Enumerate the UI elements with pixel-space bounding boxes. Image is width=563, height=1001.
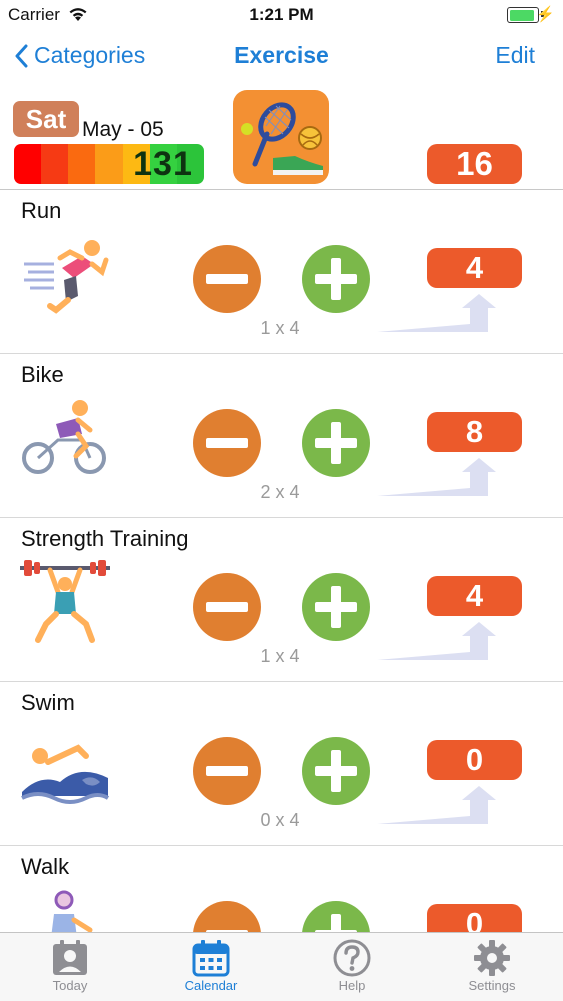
exercise-title: Run	[21, 198, 62, 223]
calendar-icon	[192, 940, 230, 977]
exercise-title: Bike	[21, 362, 64, 387]
tennis-sneaker-icon	[241, 102, 323, 175]
tab-label: Settings	[468, 978, 516, 993]
tab-label: Today	[52, 978, 88, 993]
gear-icon	[474, 940, 510, 976]
battery-icon	[507, 7, 539, 23]
charging-icon: ⚡	[536, 6, 555, 23]
heat-value: 131	[133, 145, 193, 183]
up-arrow-icon	[377, 622, 496, 660]
decrement-button[interactable]	[193, 573, 261, 641]
walking-icon	[20, 886, 110, 932]
list-item: Bike 2 x 4 8	[0, 354, 563, 518]
tab-bar: Today Calendar Help Settings	[0, 932, 563, 1001]
heat-segment	[95, 144, 123, 184]
heat-segment	[14, 144, 42, 184]
exercise-title: Swim	[21, 690, 75, 715]
increment-button[interactable]	[302, 901, 370, 932]
list-item: Strength Training 1 x 4 4	[0, 518, 563, 682]
list-item: Swim 0 x 4 0	[0, 682, 563, 846]
count-badge[interactable]: 4	[427, 576, 522, 616]
count-badge[interactable]: 8	[427, 412, 522, 452]
list-item: Walk 0	[0, 846, 563, 932]
date-label: May - 05	[82, 118, 164, 141]
list-item: Run 1 x 4 4	[0, 190, 563, 354]
navigation-bar: Categories Exercise Edit	[0, 30, 563, 86]
exercise-list: Run 1 x 4 4 Bike 2 x 4 8 Strength Traini…	[0, 190, 563, 932]
back-button-label: Categories	[34, 42, 146, 68]
total-count-badge[interactable]: 16	[427, 144, 522, 184]
decrement-button[interactable]	[193, 737, 261, 805]
exercise-title: Strength Training	[21, 526, 189, 551]
decrement-button[interactable]	[193, 901, 261, 932]
increment-button[interactable]	[302, 573, 370, 641]
weightlifting-icon	[20, 558, 110, 648]
count-formula: 2 x 4	[260, 482, 300, 502]
back-button[interactable]: Categories	[14, 42, 145, 69]
heat-segment	[41, 144, 69, 184]
up-arrow-icon	[377, 458, 496, 496]
count-formula: 1 x 4	[260, 318, 300, 338]
swimming-icon	[20, 722, 110, 812]
tab-calendar[interactable]: Calendar	[141, 933, 281, 1001]
count-formula: 0 x 4	[260, 810, 300, 830]
edit-button[interactable]: Edit	[495, 42, 535, 69]
help-icon	[333, 939, 371, 977]
count-badge[interactable]: 0	[427, 740, 522, 780]
decrement-button[interactable]	[193, 409, 261, 477]
running-icon	[20, 230, 110, 320]
up-arrow-icon	[377, 786, 496, 824]
cycling-icon	[20, 394, 110, 484]
tab-settings[interactable]: Settings	[422, 933, 562, 1001]
day-badge[interactable]: Sat	[13, 101, 79, 137]
chevron-left-icon	[15, 44, 28, 67]
heat-segment	[68, 144, 96, 184]
status-bar: Carrier 1:21 PM ⚡	[0, 0, 563, 30]
increment-button[interactable]	[302, 409, 370, 477]
tab-label: Calendar	[184, 978, 238, 993]
tab-help[interactable]: Help	[282, 933, 422, 1001]
increment-button[interactable]	[302, 245, 370, 313]
decrement-button[interactable]	[193, 245, 261, 313]
day-summary-header: Sat May - 05 131 16	[0, 86, 563, 190]
count-badge[interactable]: 4	[427, 248, 522, 288]
tab-label: Help	[338, 978, 366, 993]
status-time: 1:21 PM	[249, 5, 314, 24]
count-formula: 1 x 4	[260, 646, 300, 666]
up-arrow-icon	[377, 294, 496, 332]
count-badge[interactable]: 0	[427, 904, 522, 932]
today-icon	[53, 940, 87, 975]
tab-today[interactable]: Today	[0, 933, 140, 1001]
exercise-title: Walk	[21, 854, 70, 879]
increment-button[interactable]	[302, 737, 370, 805]
category-icon[interactable]	[233, 90, 329, 184]
